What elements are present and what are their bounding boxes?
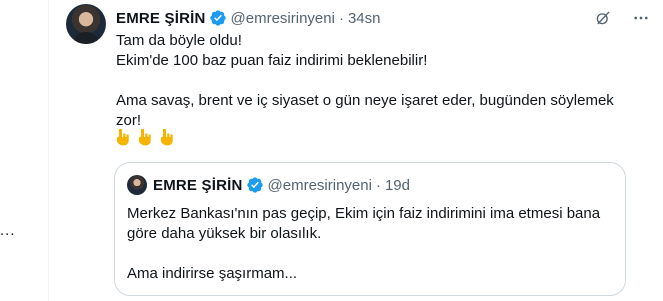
author-name: EMRE ŞİRİN: [153, 176, 243, 194]
avatar[interactable]: [66, 4, 106, 44]
tweet-text: Tam da böyle oldu! Ekim'de 100 baz puan …: [116, 31, 636, 131]
grok-icon[interactable]: [593, 8, 613, 28]
author-name[interactable]: EMRE ŞİRİN: [116, 10, 206, 27]
pointing-down-icon: [114, 128, 130, 151]
separator-dot: ·: [375, 176, 381, 194]
verified-badge-icon: [246, 176, 264, 194]
author-handle[interactable]: @emresirinyeni: [231, 10, 335, 27]
quoted-tweet-text: Merkez Bankası'nın pas geçip, Ekim için …: [127, 204, 617, 284]
truncated-text-fragment: ...: [0, 222, 16, 239]
verified-badge-icon: [209, 9, 227, 27]
avatar[interactable]: [127, 175, 147, 195]
quote-line: göre daha yüksek bir olasılık.: [127, 225, 322, 242]
quote-line: Ama indirirse şaşırmam...: [127, 265, 298, 282]
author-handle: @emresirinyeni: [267, 176, 372, 194]
quoted-tweet-header: EMRE ŞİRİN @emresirinyeni · 19d: [153, 176, 410, 194]
tweet-line: Ama savaş, brent ve iç siyaset o gün ney…: [116, 92, 614, 109]
tweet[interactable]: EMRE ŞİRİN @emresirinyeni · 34sn Tam da …: [60, 0, 663, 301]
tweet-actions: [593, 8, 651, 28]
tweet-line: Tam da böyle oldu!: [116, 32, 242, 49]
timestamp[interactable]: 34sn: [348, 10, 381, 27]
pointing-down-icon: [136, 128, 152, 151]
column-divider: [48, 0, 49, 301]
quoted-tweet[interactable]: EMRE ŞİRİN @emresirinyeni · 19d Merkez B…: [114, 162, 626, 296]
tweet-header: EMRE ŞİRİN @emresirinyeni · 34sn: [116, 8, 380, 28]
quote-line: Merkez Bankası'nın pas geçip, Ekim için …: [127, 205, 601, 222]
timestamp: 19d: [384, 176, 410, 194]
pointing-down-icon: [158, 128, 174, 151]
more-options-icon[interactable]: [631, 8, 651, 28]
tweet-line: Ekim'de 100 baz puan faiz indirimi bekle…: [116, 52, 428, 69]
separator-dot: ·: [338, 9, 344, 27]
tweet-line: zor!: [116, 112, 142, 129]
emoji-row: [114, 128, 174, 151]
